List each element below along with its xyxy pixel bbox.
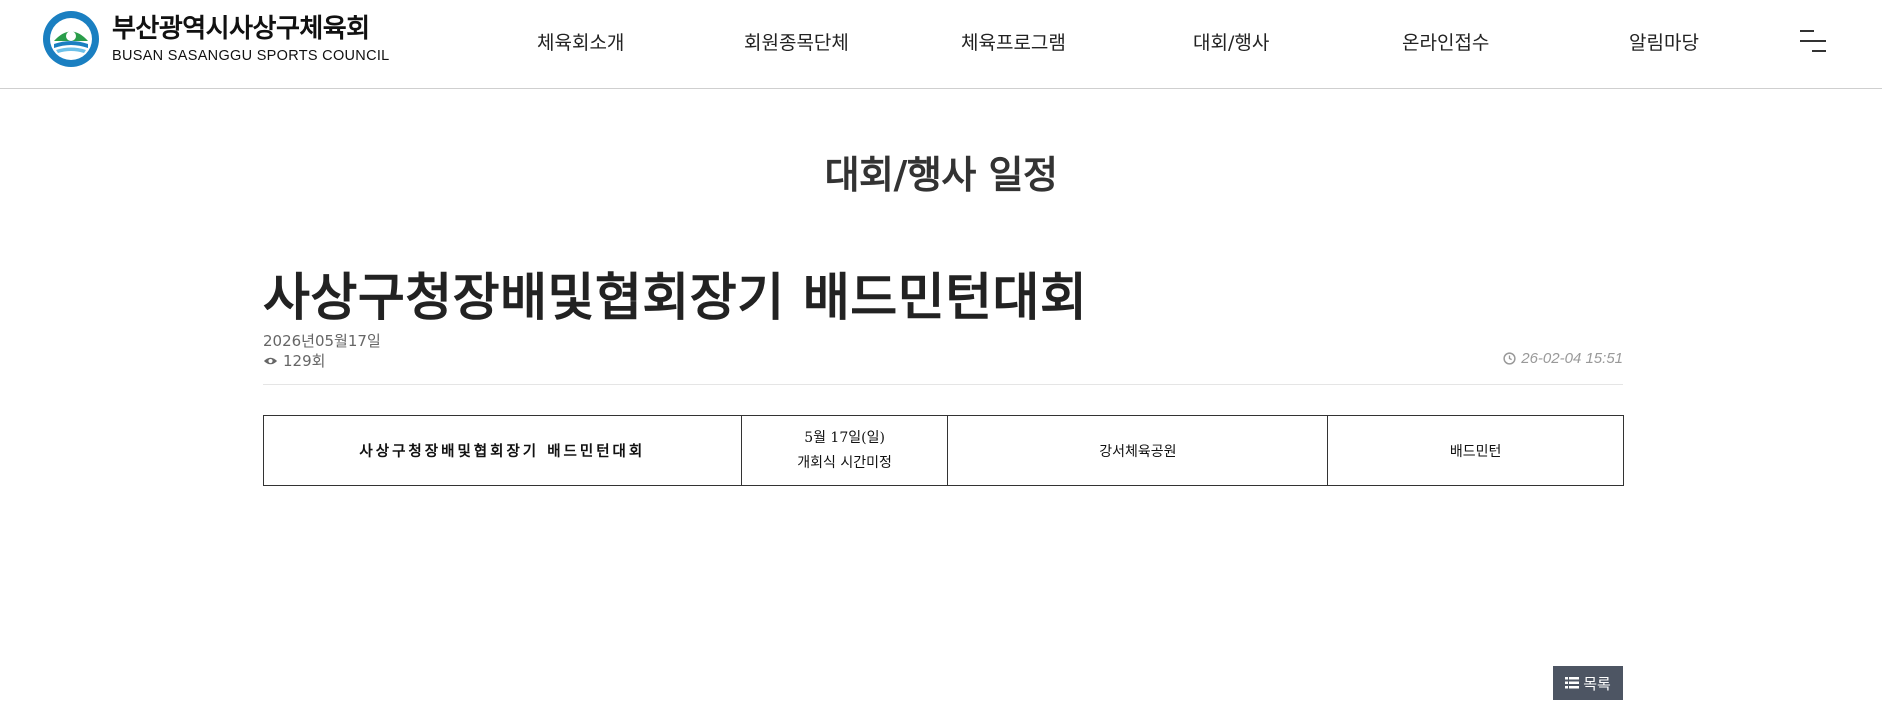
logo-name-korean: 부산광역시사상구체육회	[112, 13, 370, 44]
event-date-line2: 개회식 시간미정	[797, 454, 892, 471]
event-date-cell: 5월 17일(일) 개회식 시간미정	[740, 415, 949, 486]
clock-icon	[1503, 352, 1516, 365]
written-datetime: 26-02-04 15:51	[1503, 350, 1623, 367]
nav-item-sports-programs[interactable]: 체육프로그램	[961, 28, 1066, 55]
eye-icon	[263, 357, 278, 364]
view-count: 129회	[263, 350, 325, 371]
event-date: 2026년05월17일	[263, 332, 381, 350]
post-subject: 사상구청장배및협회장기 배드민턴대회	[263, 269, 1088, 328]
nav-item-online-application[interactable]: 온라인접수	[1402, 28, 1489, 55]
list-icon	[1565, 677, 1580, 689]
sports-council-emblem-icon	[43, 11, 99, 67]
list-button-label: 목록	[1583, 674, 1611, 693]
table-row: 사상구청장배및협회장기 배드민턴대회 5월 17일(일) 개회식 시간미정 강서…	[263, 415, 1624, 486]
event-date-line1: 5월 17일(일)	[804, 429, 885, 446]
site-header: 부산광역시사상구체육회 BUSAN SASANGGU SPORTS COUNCI…	[0, 0, 1882, 89]
written-datetime-value: 26-02-04 15:51	[1521, 350, 1623, 367]
page-title: 대회/행사 일정	[824, 153, 1058, 197]
event-venue-cell: 강서체육공원	[947, 415, 1329, 486]
event-info-table: 사상구청장배및협회장기 배드민턴대회 5월 17일(일) 개회식 시간미정 강서…	[263, 415, 1624, 486]
list-button[interactable]: 목록	[1553, 666, 1623, 700]
nav-item-member-organizations[interactable]: 회원종목단체	[744, 28, 849, 55]
nav-item-notices[interactable]: 알림마당	[1629, 28, 1699, 55]
logo-name-english: BUSAN SASANGGU SPORTS COUNCIL	[112, 47, 390, 64]
event-sport-cell: 배드민턴	[1327, 415, 1624, 486]
nav-item-events[interactable]: 대회/행사	[1193, 28, 1269, 55]
site-logo[interactable]: 부산광역시사상구체육회 BUSAN SASANGGU SPORTS COUNCI…	[42, 10, 390, 68]
event-name-cell: 사상구청장배및협회장기 배드민턴대회	[263, 415, 742, 486]
view-count-value: 129회	[283, 352, 326, 370]
meta-divider	[263, 384, 1623, 385]
nav-item-about[interactable]: 체육회소개	[537, 28, 624, 55]
hamburger-menu-icon[interactable]	[1800, 28, 1830, 54]
